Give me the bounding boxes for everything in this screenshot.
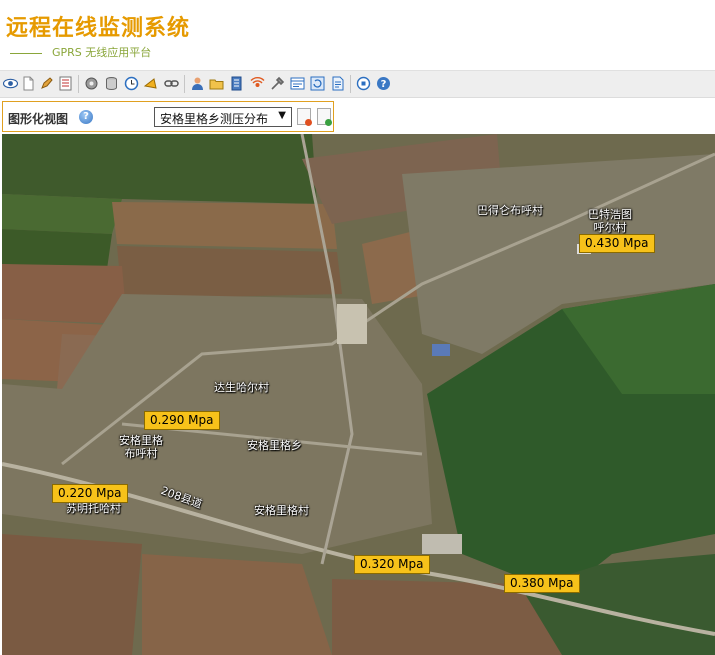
- help-icon[interactable]: ?: [376, 76, 391, 91]
- place-label: 安格里格村: [254, 504, 309, 517]
- svg-text:?: ?: [381, 79, 387, 90]
- signal-icon[interactable]: [250, 76, 265, 91]
- place-label: 巴特浩图 呼尔村: [588, 208, 632, 234]
- chevron-down-icon: ▼: [278, 110, 286, 121]
- remove-icon: [305, 119, 312, 126]
- place-label: 达生哈尔村: [214, 381, 269, 394]
- subtitle-text: GPRS 无线应用平台: [52, 46, 152, 59]
- settings-icon[interactable]: [84, 76, 99, 91]
- view-select-value: 安格里格乡测压分布: [160, 112, 269, 126]
- pressure-badge[interactable]: 0.220 Mpa: [52, 484, 128, 503]
- satellite-map[interactable]: 巴得仑布呼村 巴特浩图 呼尔村 达生哈尔村 安格里格 布呼村 安格里格乡 苏明托…: [2, 134, 715, 655]
- place-label: 巴得仑布呼村: [477, 204, 543, 217]
- place-label: 安格里格 布呼村: [119, 434, 163, 460]
- database-icon[interactable]: [104, 76, 119, 91]
- toolbar-separator: [350, 75, 351, 93]
- app-header: 远程在线监测系统 GPRS 无线应用平台: [0, 0, 715, 66]
- view-panel: 图形化视图 ? 安格里格乡测压分布 ▼: [2, 101, 334, 132]
- add-view-button[interactable]: [317, 108, 332, 126]
- add-icon: [325, 119, 332, 126]
- toolbar-separator: [184, 75, 185, 93]
- toolbar-separator: [78, 75, 79, 93]
- link-icon[interactable]: [164, 76, 179, 91]
- stop-icon[interactable]: [356, 76, 371, 91]
- refresh-icon[interactable]: [310, 76, 325, 91]
- pressure-badge[interactable]: 0.430 Mpa: [579, 234, 655, 253]
- remove-view-button[interactable]: [297, 108, 312, 126]
- user-icon[interactable]: [190, 76, 205, 91]
- place-label: 苏明托哈村: [66, 502, 121, 515]
- panel-title: 图形化视图: [8, 112, 69, 126]
- alarm-icon[interactable]: [143, 76, 158, 91]
- list-icon[interactable]: [58, 76, 73, 91]
- new-document-icon[interactable]: [21, 76, 36, 91]
- subtitle-divider: [10, 52, 42, 54]
- eye-icon[interactable]: [3, 76, 18, 91]
- pressure-badge[interactable]: 0.320 Mpa: [354, 555, 430, 574]
- report-icon[interactable]: [229, 76, 244, 91]
- toolbar: ?: [0, 70, 715, 98]
- document-icon[interactable]: [330, 76, 345, 91]
- app-title: 远程在线监测系统: [6, 16, 191, 41]
- edit-icon[interactable]: [39, 76, 54, 91]
- clock-icon[interactable]: [124, 76, 139, 91]
- pressure-badge[interactable]: 0.380 Mpa: [504, 574, 580, 593]
- folder-icon[interactable]: [209, 76, 224, 91]
- tools-icon[interactable]: [270, 76, 285, 91]
- place-label: 安格里格乡: [247, 439, 302, 452]
- help-icon[interactable]: ?: [79, 110, 93, 124]
- view-select[interactable]: 安格里格乡测压分布 ▼: [154, 107, 292, 127]
- pressure-badge[interactable]: 0.290 Mpa: [144, 411, 220, 430]
- app-subtitle: GPRS 无线应用平台: [10, 44, 151, 60]
- form-icon[interactable]: [290, 76, 305, 91]
